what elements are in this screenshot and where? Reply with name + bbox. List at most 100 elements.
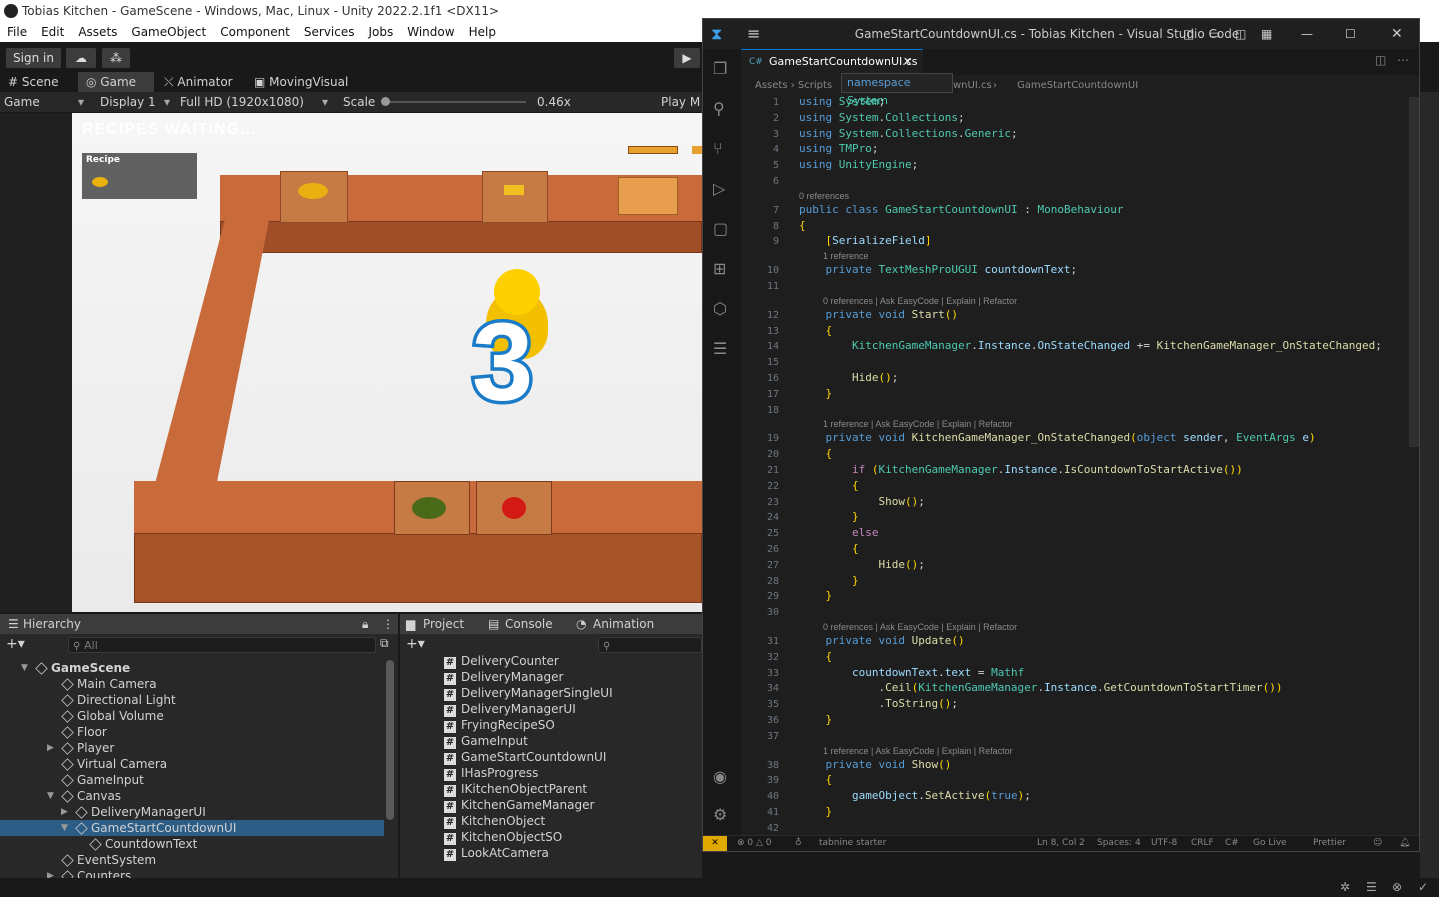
gear-icon[interactable]: ⚙ <box>713 805 727 824</box>
hierarchy-item[interactable]: GameInput <box>0 772 384 788</box>
tab-game[interactable]: ◎ Game <box>78 72 154 92</box>
layout-right-icon[interactable]: ◫ <box>1235 19 1246 49</box>
outline-icon[interactable]: ☰ <box>713 339 727 358</box>
search-icon[interactable]: ⚲ <box>713 99 725 118</box>
breadcrumb-class[interactable]: GameStartCountdownUI <box>1017 75 1138 97</box>
tab-console[interactable]: Console <box>505 617 553 631</box>
hierarchy-item[interactable]: Main Camera <box>0 676 384 692</box>
hierarchy-item[interactable]: Directional Light <box>0 692 384 708</box>
scale-slider-handle[interactable] <box>381 97 390 106</box>
hierarchy-search-input[interactable]: ⚲ All <box>68 637 376 653</box>
editor-scrollbar[interactable] <box>1409 97 1419 447</box>
extensions-icon[interactable]: ⊞ <box>713 259 726 278</box>
project-file-item[interactable]: # KitchenObjectSO <box>444 829 562 845</box>
menu-edit[interactable]: Edit <box>34 22 71 42</box>
tab-project[interactable]: Project <box>423 617 464 631</box>
hierarchy-item[interactable]: ▼ GameScene <box>0 660 384 676</box>
more-icon[interactable]: ⋯ <box>1397 53 1409 67</box>
play-mode-dropdown[interactable]: Play M <box>661 92 700 112</box>
remote-indicator-icon[interactable]: ✕ <box>703 836 727 851</box>
collab-icon[interactable]: ⁂ <box>102 48 130 68</box>
tab-scene[interactable]: # Scene <box>0 72 78 92</box>
foldout-arrow-icon[interactable]: ▶ <box>47 740 54 756</box>
game-view[interactable]: RECIPES WAITING... Recipe 3 <box>72 113 702 612</box>
hierarchy-item[interactable]: Virtual Camera <box>0 756 384 772</box>
hierarchy-item[interactable]: Global Volume <box>0 708 384 724</box>
add-icon[interactable]: +▾ <box>6 636 25 652</box>
hierarchy-item[interactable]: ▶ Player <box>0 740 384 756</box>
project-file-item[interactable]: # GameStartCountdownUI <box>444 749 606 765</box>
project-file-item[interactable]: # KitchenGameManager <box>444 797 594 813</box>
foldout-arrow-icon[interactable]: ▶ <box>61 804 68 820</box>
project-file-item[interactable]: # DeliveryCounter <box>444 653 559 669</box>
close-icon[interactable]: ✕ <box>1391 19 1403 49</box>
run-debug-icon[interactable]: ▷ <box>713 179 725 198</box>
line-ending[interactable]: CRLF <box>1191 836 1214 851</box>
resolution-dropdown[interactable]: Full HD (1920x1080) <box>180 92 304 112</box>
lock-icon[interactable]: 🔒︎ <box>362 617 368 632</box>
cube-icon[interactable]: ⬡ <box>713 299 727 318</box>
breadcrumb-file[interactable]: wnUI.cs <box>953 75 992 97</box>
code-lens[interactable]: 0 references | Ask EasyCode | Explain | … <box>823 622 1017 632</box>
hamburger-icon[interactable]: ≡ <box>747 19 760 49</box>
project-file-item[interactable]: # GameInput <box>444 733 528 749</box>
code-lens[interactable]: 1 reference <box>823 251 869 261</box>
account-icon[interactable]: ◉ <box>713 767 727 786</box>
project-file-item[interactable]: # DeliveryManagerUI <box>444 701 576 717</box>
encoding[interactable]: UTF-8 <box>1151 836 1177 851</box>
breadcrumb-assets[interactable]: Assets <box>755 80 788 91</box>
tab-animator[interactable]: ⤬ Animator <box>156 72 246 92</box>
menu-assets[interactable]: Assets <box>71 22 124 42</box>
code-lens[interactable]: 0 references <box>799 191 849 201</box>
code-lens[interactable]: 0 references | Ask EasyCode | Explain | … <box>823 296 1017 306</box>
tab-gamestartcountdownui[interactable]: C# GameStartCountdownUI.cs ✕ <box>741 49 923 75</box>
project-file-item[interactable]: # DeliveryManagerSingleUI <box>444 685 613 701</box>
explorer-icon[interactable]: ❐ <box>713 59 727 78</box>
errors-count[interactable]: ⊗ 0 △ 0 <box>737 836 772 851</box>
game-mode-dropdown[interactable]: Game <box>4 92 40 112</box>
menu-gameobject[interactable]: GameObject <box>124 22 213 42</box>
cloud-icon[interactable]: ☁ <box>66 48 96 68</box>
menu-jobs[interactable]: Jobs <box>362 22 401 42</box>
language-mode[interactable]: C# <box>1225 836 1239 851</box>
foldout-arrow-icon[interactable]: ▼ <box>21 660 28 676</box>
layout-panel-icon[interactable]: ▭ <box>1209 19 1220 49</box>
notifications-icon[interactable]: 🔔︎ <box>1399 836 1410 851</box>
close-tab-icon[interactable]: ✕ <box>903 50 912 74</box>
feedback-icon[interactable]: ☺ <box>1373 836 1382 851</box>
split-editor-icon[interactable]: ◫ <box>1375 53 1386 67</box>
project-file-item[interactable]: # LookAtCamera <box>444 845 549 861</box>
menu-component[interactable]: Component <box>213 22 297 42</box>
cache-icon[interactable]: ☰ <box>1366 880 1377 894</box>
customize-layout-icon[interactable]: ▦ <box>1261 19 1272 49</box>
hierarchy-item[interactable]: EventSystem <box>0 852 384 868</box>
prettier[interactable]: Prettier <box>1313 836 1346 851</box>
debug-icon[interactable]: ✲ <box>1340 880 1350 894</box>
project-file-item[interactable]: # IKitchenObjectParent <box>444 781 587 797</box>
go-live[interactable]: Go Live <box>1253 836 1287 851</box>
indentation[interactable]: Spaces: 4 <box>1097 836 1141 851</box>
hierarchy-item[interactable]: CountdownText <box>0 836 384 852</box>
sign-in-button[interactable]: Sign in <box>6 48 61 68</box>
hierarchy-item[interactable]: ▶ DeliveryManagerUI <box>0 804 384 820</box>
display-dropdown[interactable]: Display 1 <box>100 92 156 112</box>
foldout-arrow-icon[interactable]: ▼ <box>47 788 54 804</box>
project-file-item[interactable]: # DeliveryManager <box>444 669 563 685</box>
more-icon[interactable]: ⋮ <box>382 617 394 631</box>
minimize-icon[interactable]: — <box>1301 19 1313 49</box>
menu-file[interactable]: File <box>0 22 34 42</box>
tab-animation[interactable]: Animation <box>593 617 654 631</box>
project-file-item[interactable]: # IHasProgress <box>444 765 538 781</box>
tab-moving-visual[interactable]: ▣ MovingVisual <box>246 72 366 92</box>
project-file-item[interactable]: # FryingRecipeSO <box>444 717 555 733</box>
project-file-item[interactable]: # KitchenObject <box>444 813 545 829</box>
cursor-position[interactable]: Ln 8, Col 2 <box>1037 836 1085 851</box>
check-icon[interactable]: ✓ <box>1418 880 1428 894</box>
code-editor[interactable]: 1 using System; 2 using System.Collections;… <box>741 95 1411 835</box>
menu-window[interactable]: Window <box>400 22 461 42</box>
tabnine-status[interactable]: tabnine starter <box>819 836 886 851</box>
filter-icon[interactable]: ⧉ <box>380 636 389 651</box>
bug-icon[interactable]: ⊗ <box>1392 880 1402 894</box>
play-icon[interactable]: ▶ <box>674 48 700 68</box>
breadcrumb-scripts[interactable]: Scripts <box>798 80 832 91</box>
